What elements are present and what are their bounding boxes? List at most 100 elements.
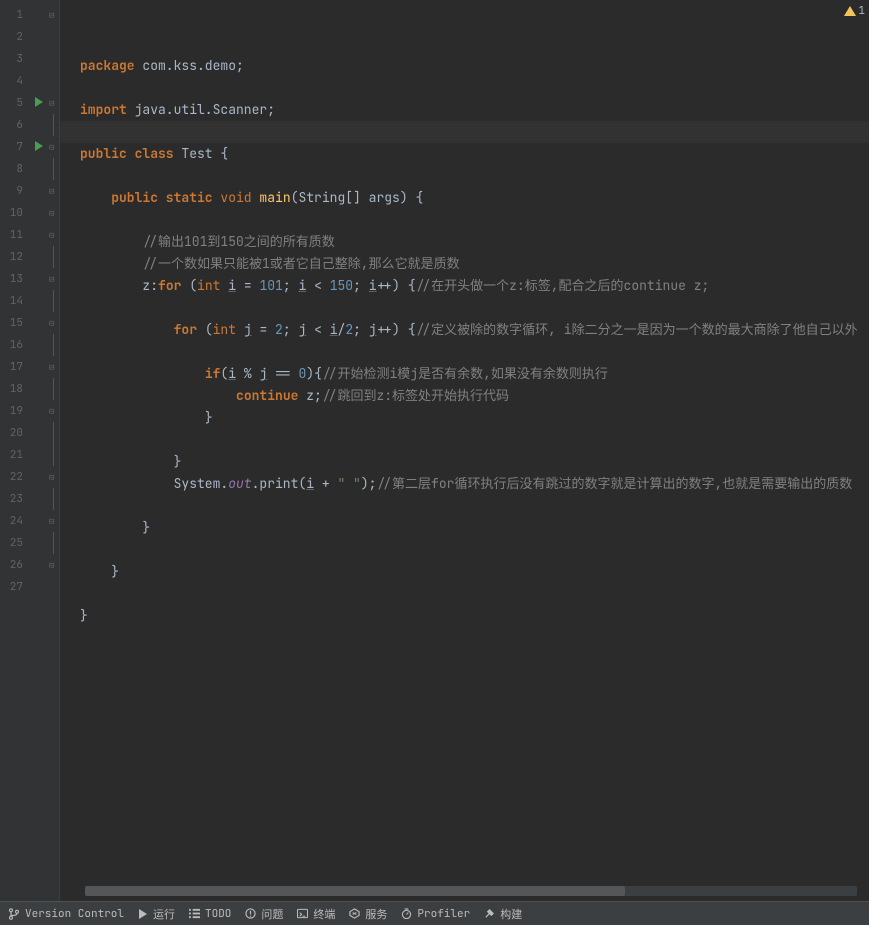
code-line[interactable] (60, 165, 869, 187)
editor: 1⊟2345⊟67⊟89⊟10⊟11⊟1213⊟1415⊟1617⊟1819⊟2… (0, 0, 869, 901)
code-line[interactable]: z:for (int i = 101; i < 150; i++) {//在开头… (60, 275, 869, 297)
code-line[interactable] (60, 429, 869, 451)
line-number: 26⊟ (0, 554, 59, 576)
code-line[interactable]: } (60, 561, 869, 583)
fold-icon[interactable]: ⊟ (49, 209, 57, 217)
fold-icon[interactable]: ⊟ (49, 11, 57, 19)
line-number: 6 (0, 114, 59, 136)
fold-guide (53, 532, 54, 554)
terminal-icon (297, 908, 308, 919)
fold-guide (53, 114, 54, 136)
code-line[interactable] (60, 77, 869, 99)
build-tab[interactable]: 构建 (484, 906, 522, 922)
fold-guide (53, 246, 54, 268)
line-number: 10⊟ (0, 202, 59, 224)
fold-icon[interactable]: ⊟ (49, 561, 57, 569)
play-icon (138, 909, 148, 919)
code-line[interactable]: } (60, 407, 869, 429)
profiler-icon (401, 908, 412, 919)
line-number: 23 (0, 488, 59, 510)
gutter: 1⊟2345⊟67⊟89⊟10⊟11⊟1213⊟1415⊟1617⊟1819⊟2… (0, 0, 60, 901)
line-number: 2 (0, 26, 59, 48)
line-numbers: 1⊟2345⊟67⊟89⊟10⊟11⊟1213⊟1415⊟1617⊟1819⊟2… (0, 4, 59, 598)
problems-tab[interactable]: 问题 (245, 906, 283, 922)
code-line[interactable]: public class Test { (60, 143, 869, 165)
code-line[interactable] (60, 297, 869, 319)
line-number: 7⊟ (0, 136, 59, 158)
line-number: 16 (0, 334, 59, 356)
services-icon (349, 908, 360, 919)
line-number: 27 (0, 576, 59, 598)
code-line[interactable]: package com.kss.demo; (60, 55, 869, 77)
list-icon (189, 908, 200, 919)
fold-icon[interactable]: ⊟ (49, 143, 57, 151)
code-line[interactable] (60, 341, 869, 363)
line-number: 11⊟ (0, 224, 59, 246)
fold-guide (53, 334, 54, 356)
fold-icon[interactable]: ⊟ (49, 473, 57, 481)
line-number: 17⊟ (0, 356, 59, 378)
code-line[interactable] (60, 209, 869, 231)
code-line[interactable]: } (60, 605, 869, 627)
line-number: 9⊟ (0, 180, 59, 202)
fold-icon[interactable]: ⊟ (49, 319, 57, 327)
scrollbar-thumb[interactable] (85, 886, 625, 896)
fold-icon[interactable]: ⊟ (49, 231, 57, 239)
hammer-icon (484, 908, 495, 919)
fold-guide (53, 378, 54, 400)
version-control-tab[interactable]: Version Control (8, 907, 124, 921)
code-line[interactable] (60, 539, 869, 561)
todo-tab[interactable]: TODO (189, 907, 231, 921)
line-number: 1⊟ (0, 4, 59, 26)
line-number: 3 (0, 48, 59, 70)
warning-icon (844, 6, 856, 16)
fold-guide (53, 422, 54, 444)
line-number: 18 (0, 378, 59, 400)
line-number: 21 (0, 444, 59, 466)
fold-icon[interactable]: ⊟ (49, 363, 57, 371)
fold-icon[interactable]: ⊟ (49, 275, 57, 283)
code-line[interactable]: } (60, 451, 869, 473)
code-line[interactable]: import java.util.Scanner; (60, 99, 869, 121)
code-line[interactable]: System.out.print(i + " ");//第二层for循环执行后没… (60, 473, 869, 495)
fold-icon[interactable]: ⊟ (49, 517, 57, 525)
profiler-tab[interactable]: Profiler (401, 907, 470, 921)
fold-guide (53, 158, 54, 180)
code-line[interactable]: //输出101到150之间的所有质数 (60, 231, 869, 253)
code-line[interactable] (60, 627, 869, 649)
fold-icon[interactable]: ⊟ (49, 407, 57, 415)
inspection-badge[interactable]: 1 (844, 4, 865, 18)
info-icon (245, 908, 256, 919)
code-line[interactable] (60, 583, 869, 605)
bottom-toolbar: Version Control 运行 TODO 问题 (0, 901, 869, 925)
line-number: 8 (0, 158, 59, 180)
code-line[interactable]: //一个数如果只能被1或者它自己整除,那么它就是质数 (60, 253, 869, 275)
fold-icon[interactable]: ⊟ (49, 99, 57, 107)
terminal-tab[interactable]: 终端 (297, 906, 335, 922)
fold-guide (53, 290, 54, 312)
line-number: 19⊟ (0, 400, 59, 422)
line-number: 4 (0, 70, 59, 92)
code-line[interactable] (60, 121, 869, 143)
run-gutter-icon[interactable] (35, 141, 43, 151)
run-tab[interactable]: 运行 (138, 906, 175, 922)
warning-count: 1 (858, 4, 865, 18)
code-line[interactable]: public static void main(String[] args) { (60, 187, 869, 209)
code-line[interactable]: if(i % j == 0){//开始检测i模j是否有余数,如果没有余数则执行 (60, 363, 869, 385)
line-number: 5⊟ (0, 92, 59, 114)
branch-icon (8, 908, 20, 920)
line-number: 22⊟ (0, 466, 59, 488)
line-number: 14 (0, 290, 59, 312)
code-line[interactable]: } (60, 517, 869, 539)
code-line[interactable] (60, 495, 869, 517)
run-gutter-icon[interactable] (35, 97, 43, 107)
line-number: 24⊟ (0, 510, 59, 532)
code-area[interactable]: 1 package com.kss.demo; import java.util.… (60, 0, 869, 901)
fold-icon[interactable]: ⊟ (49, 187, 57, 195)
services-tab[interactable]: 服务 (349, 906, 387, 922)
fold-guide (53, 488, 54, 510)
line-number: 20 (0, 422, 59, 444)
code-line[interactable]: for (int j = 2; j < i/2; j++) {//定义被除的数字… (60, 319, 869, 341)
code-line[interactable]: continue z;//跳回到z:标签处开始执行代码 (60, 385, 869, 407)
horizontal-scrollbar[interactable] (85, 886, 857, 896)
